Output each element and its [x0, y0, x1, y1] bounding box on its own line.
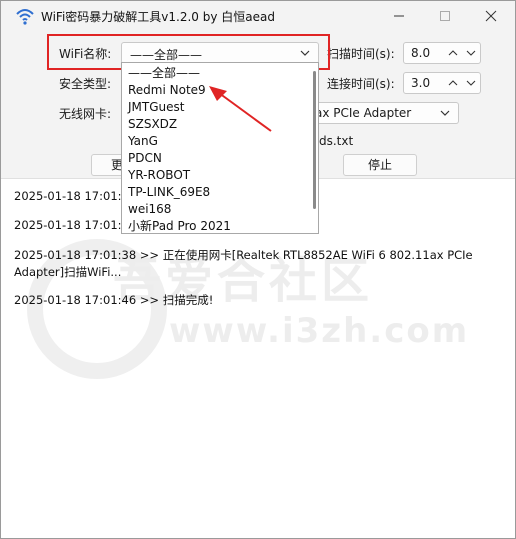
dropdown-option[interactable]: PDCN — [128, 150, 162, 167]
window-title: WiFi密码暴力破解工具v1.2.0 by 白恒aead — [41, 10, 275, 24]
dropdown-option[interactable]: Redmi Note9 — [128, 82, 206, 99]
wifi-dropdown-list[interactable]: ——全部—— Redmi Note9 JMTGuest SZSXDZ YanG … — [121, 62, 319, 234]
dropdown-option[interactable]: wei168 — [128, 201, 171, 218]
scan-time-label: 扫描时间(s): — [327, 47, 395, 61]
chevron-down-icon[interactable] — [466, 79, 476, 87]
minimize-button[interactable] — [376, 1, 422, 31]
log-line: 2025-01-18 17:01: — [14, 218, 122, 232]
dropdown-option[interactable]: YanG — [128, 133, 158, 150]
wifi-icon — [16, 9, 34, 25]
adapter-label: 无线网卡: — [59, 107, 112, 121]
dictionary-file-path: ds.txt — [319, 134, 354, 148]
adapter-selected-value: ax PCIe Adapter — [315, 106, 412, 120]
maximize-icon — [440, 11, 450, 21]
watermark-url: www.i3zh.com — [169, 311, 470, 351]
dropdown-option[interactable]: 小新Pad Pro 2021 — [128, 218, 231, 233]
dropdown-scrollbar[interactable] — [313, 71, 316, 209]
scan-time-stepper[interactable]: 8.0 — [403, 42, 481, 64]
dropdown-option[interactable]: TP-LINK_69E8 — [128, 184, 210, 201]
dropdown-option[interactable]: YR-ROBOT — [128, 167, 190, 184]
chevron-down-icon — [440, 110, 450, 116]
dropdown-option[interactable]: JMTGuest — [128, 99, 184, 116]
log-line: 2025-01-18 17:01:38 >> 正在使用网卡[Realtek RT… — [14, 248, 473, 262]
connect-time-stepper[interactable]: 3.0 — [403, 72, 481, 94]
app-window: WiFi密码暴力破解工具v1.2.0 by 白恒aead WiFi名称: ——全… — [0, 0, 516, 539]
dropdown-option[interactable]: SZSXDZ — [128, 116, 177, 133]
minimize-icon — [394, 15, 404, 17]
chevron-up-icon[interactable] — [448, 49, 458, 57]
title-bar[interactable]: WiFi密码暴力破解工具v1.2.0 by 白恒aead — [1, 1, 515, 31]
dropdown-option[interactable]: ——全部—— — [128, 65, 200, 82]
chevron-down-icon[interactable] — [466, 49, 476, 57]
connect-time-value: 3.0 — [411, 76, 431, 90]
log-line: 2025-01-18 17:01: — [14, 189, 122, 203]
chevron-up-icon[interactable] — [448, 79, 458, 87]
stop-button[interactable]: 停止 — [343, 154, 417, 176]
adapter-select[interactable]: ax PCIe Adapter — [301, 102, 459, 124]
maximize-button[interactable] — [422, 1, 468, 31]
log-line: 2025-01-18 17:01:46 >> 扫描完成! — [14, 293, 214, 307]
connect-time-label: 连接时间(s): — [327, 77, 395, 91]
close-icon — [485, 10, 497, 22]
log-line: Adapter]扫描WiFi... — [14, 265, 122, 279]
close-button[interactable] — [468, 1, 514, 31]
scan-time-value: 8.0 — [411, 46, 431, 60]
security-type-label: 安全类型: — [59, 77, 112, 91]
